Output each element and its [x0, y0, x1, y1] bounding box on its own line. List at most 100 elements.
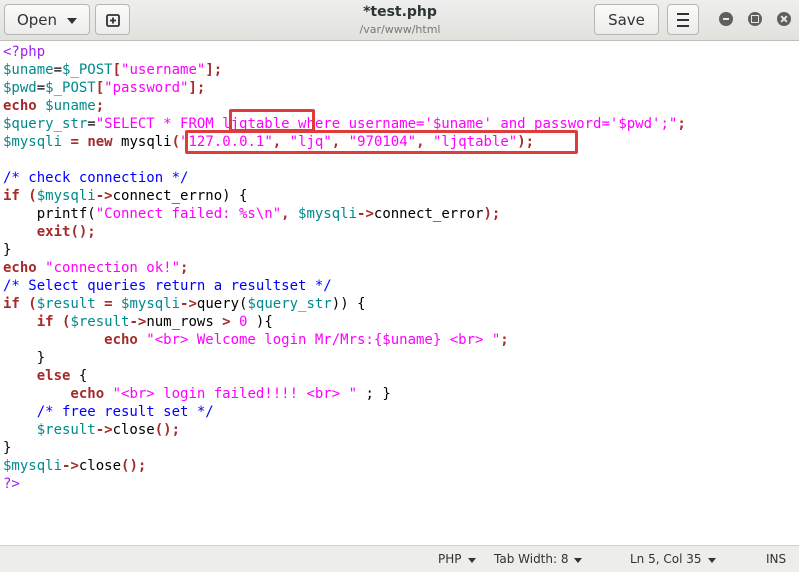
code-token: ){ [255, 314, 273, 330]
header-bar: Open *test.php /var/www/html Save [0, 0, 799, 41]
code-token: query( [196, 296, 248, 312]
code-token: num_rows [146, 314, 223, 330]
code-token: $uname [3, 62, 54, 78]
code-token: ( [19, 296, 37, 312]
highlight-box-table-name [229, 109, 315, 132]
code-token: ); [483, 206, 501, 222]
code-editor[interactable]: <?php $uname=$_POST["username"]; $pwd=$_PO… [0, 41, 799, 545]
code-token: "password" [104, 80, 189, 96]
code-token: if [3, 188, 20, 204]
chevron-down-icon [467, 557, 476, 563]
code-token: $result [36, 296, 96, 312]
code-token: = [53, 62, 63, 78]
chevron-down-icon [67, 17, 78, 24]
code-line: if ($result->num_rows > 0 ){ [3, 313, 686, 331]
chevron-down-icon [574, 557, 583, 563]
code-token: $mysqli [36, 188, 96, 204]
code-token: [ [95, 80, 105, 96]
code-text: <?php $uname=$_POST["username"]; $pwd=$_PO… [3, 43, 686, 493]
language-label: PHP [438, 552, 462, 566]
code-token: = [95, 296, 122, 312]
code-token: -> [62, 458, 79, 474]
code-token: $result [70, 314, 130, 330]
code-token: -> [95, 188, 113, 204]
code-token: new [87, 134, 113, 150]
code-line: echo "connection ok!"; [3, 259, 686, 277]
code-line: $pwd=$_POST["password"]; [3, 79, 686, 97]
code-line: if ($result = $mysqli->query($query_str)… [3, 295, 686, 313]
code-token: ; [500, 332, 509, 348]
code-token: ( [53, 314, 71, 330]
code-token: $pwd [3, 80, 37, 96]
tab-width-selector[interactable]: Tab Width: 8 [494, 552, 583, 566]
code-token: > [222, 314, 231, 330]
code-token: $_POST [45, 80, 96, 96]
code-token: { [70, 368, 88, 384]
save-button[interactable]: Save [594, 4, 659, 35]
code-token: ; } [357, 386, 391, 402]
code-token: 0 [230, 314, 256, 330]
code-line: /* Select queries return a resultset */ [3, 278, 332, 294]
code-token: echo [3, 260, 37, 276]
code-line: /* free result set */ [3, 404, 214, 420]
code-token: echo [3, 332, 138, 348]
code-token: )) { [331, 296, 366, 312]
code-token: -> [95, 422, 113, 438]
code-token: echo [3, 98, 37, 114]
code-line: echo "<br> Welcome login Mr/Mrs:{$uname}… [3, 331, 686, 349]
code-line: $result->close(); [3, 421, 686, 439]
code-token: $mysqli [3, 134, 63, 150]
code-line: <?php [3, 44, 46, 60]
code-token: else [3, 368, 71, 384]
insert-mode-indicator: INS [766, 552, 787, 566]
code-token: if [3, 314, 54, 330]
code-token: $mysqli [3, 458, 63, 474]
code-token: $mysqli [121, 296, 181, 312]
code-token: ; [677, 116, 686, 132]
code-token: , [281, 206, 299, 222]
code-line: $mysqli->close(); [3, 457, 686, 475]
code-token: ; [180, 260, 189, 276]
open-button[interactable]: Open [4, 4, 90, 35]
code-token: ]; [205, 62, 223, 78]
code-token: $result [3, 422, 96, 438]
code-line: } [3, 440, 12, 456]
code-token: -> [180, 296, 197, 312]
code-token: echo [3, 386, 105, 402]
code-token: = [62, 134, 88, 150]
code-line: else { [3, 367, 686, 385]
code-token: "<br> login failed!!!! <br> " [104, 386, 358, 402]
hamburger-icon-bar [677, 24, 689, 27]
maximize-icon[interactable] [748, 12, 762, 26]
code-token: connect_errno) { [112, 188, 248, 204]
language-selector[interactable]: PHP [438, 552, 476, 566]
close-icon[interactable] [777, 12, 791, 26]
code-line: if ($mysqli->connect_errno) { [3, 187, 686, 205]
code-token: printf( [3, 206, 96, 222]
code-token: (); [121, 458, 147, 474]
code-token: $query_str [247, 296, 332, 312]
code-token: = [36, 80, 46, 96]
code-line: exit(); [3, 223, 686, 241]
code-token: (); [154, 422, 181, 438]
code-token: "username" [121, 62, 206, 78]
cursor-position-selector[interactable]: Ln 5, Col 35 [630, 552, 716, 566]
code-token: connect_error [373, 206, 484, 222]
menu-button[interactable] [667, 4, 699, 35]
code-token: (); [70, 224, 96, 240]
highlight-box-connection-args [185, 130, 578, 154]
code-token: ( [19, 188, 37, 204]
code-token: -> [357, 206, 374, 222]
hamburger-icon-bar [677, 18, 689, 21]
code-token: ; [95, 98, 105, 114]
code-token: $mysqli [298, 206, 358, 222]
code-token: if [3, 296, 20, 312]
code-line: } [3, 242, 12, 258]
window-subtitle: /var/www/html [359, 23, 441, 36]
minimize-icon[interactable] [719, 12, 733, 26]
code-token: -> [129, 314, 147, 330]
new-document-button[interactable] [95, 4, 130, 35]
code-line: ?> [3, 476, 20, 492]
hamburger-icon [677, 12, 689, 15]
code-token: "Connect failed: %s\n" [95, 206, 282, 222]
